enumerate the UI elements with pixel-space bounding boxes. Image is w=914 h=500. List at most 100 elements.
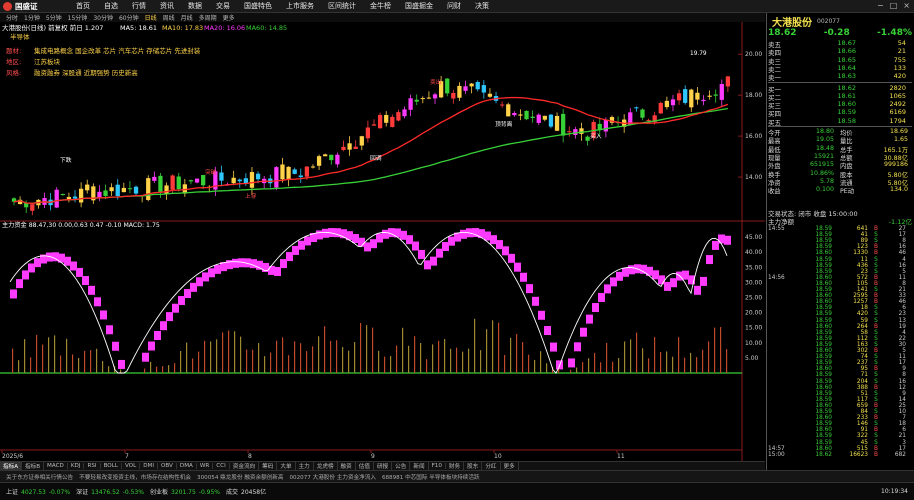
indicator-tab-12[interactable]: 资金流向	[230, 462, 260, 470]
candle-body[interactable]	[158, 175, 163, 192]
menu-item-2[interactable]: 行情	[132, 1, 146, 11]
candle-body[interactable]	[548, 114, 554, 127]
candle-body[interactable]	[475, 81, 480, 90]
menu-item-1[interactable]: 自选	[104, 1, 118, 11]
indicator-tab-16[interactable]: 龙虎榜	[314, 462, 338, 470]
candle-body[interactable]	[451, 92, 456, 99]
candle-body[interactable]	[426, 97, 432, 99]
candle-body[interactable]	[457, 85, 462, 98]
candle-body[interactable]	[512, 112, 517, 116]
period-10[interactable]: 更多	[223, 13, 235, 22]
indicator-tab-1[interactable]: 指标B	[22, 462, 45, 470]
index-quote[interactable]: 深证 13476.52 -0.53%	[76, 487, 144, 496]
candle-body[interactable]	[506, 104, 511, 117]
candle-body[interactable]	[530, 116, 535, 118]
candle-body[interactable]	[524, 110, 529, 120]
indicator-tab-14[interactable]: 大单	[277, 462, 296, 470]
news-item[interactable]: 不要轻易改变投资主线，市场存在结构性机会	[79, 473, 191, 481]
indicator-tab-22[interactable]: F10	[429, 463, 446, 469]
news-item[interactable]: 关于东方证券相关行情公告	[6, 473, 73, 481]
indicator-tab-6[interactable]: VOL	[122, 463, 141, 469]
candle-body[interactable]	[536, 114, 541, 123]
candle-body[interactable]	[310, 166, 316, 168]
candle-body[interactable]	[487, 93, 493, 97]
candle-body[interactable]	[121, 187, 126, 193]
candle-body[interactable]	[97, 191, 102, 198]
period-1[interactable]: 1分钟	[24, 13, 40, 22]
candle-body[interactable]	[54, 189, 59, 208]
period-0[interactable]: 分时	[6, 13, 18, 22]
candle-body[interactable]	[78, 188, 84, 203]
candle-body[interactable]	[194, 178, 200, 183]
candle-body[interactable]	[347, 143, 352, 150]
candle-body[interactable]	[365, 127, 371, 139]
index-quote[interactable]: 上证 4027.53 -0.07%	[6, 487, 70, 496]
indicator-tab-21[interactable]: 新闻	[410, 462, 429, 470]
candle-body[interactable]	[341, 146, 346, 151]
candle-body[interactable]	[640, 109, 645, 118]
candle-body[interactable]	[567, 131, 572, 133]
candle-body[interactable]	[500, 104, 505, 106]
period-5[interactable]: 60分钟	[119, 13, 139, 22]
menu-item-8[interactable]: 区间统计	[328, 1, 356, 11]
candle-body[interactable]	[463, 86, 468, 91]
menu-item-11[interactable]: 问财	[447, 1, 461, 11]
candle-body[interactable]	[249, 172, 255, 188]
indicator-tab-10[interactable]: WR	[197, 463, 214, 469]
candle-body[interactable]	[274, 167, 279, 188]
indicator-tab-26[interactable]: 更多	[501, 462, 519, 470]
candle-body[interactable]	[103, 190, 108, 197]
ask-row[interactable]: 卖五 18.67 54	[768, 39, 912, 49]
candle-body[interactable]	[597, 123, 602, 130]
candle-body[interactable]	[561, 113, 566, 136]
candle-body[interactable]	[469, 83, 474, 87]
candle-body[interactable]	[176, 176, 181, 190]
candle-body[interactable]	[713, 94, 718, 96]
candle-body[interactable]	[133, 186, 139, 194]
candle-body[interactable]	[664, 100, 670, 108]
menu-item-12[interactable]: 决策	[475, 1, 489, 11]
indicator-tab-4[interactable]: RSI	[84, 463, 101, 469]
candle-body[interactable]	[725, 76, 731, 87]
candle-body[interactable]	[115, 184, 120, 197]
candle-body[interactable]	[335, 154, 340, 165]
indicator-tab-7[interactable]: DMI	[140, 463, 158, 469]
candle-body[interactable]	[396, 112, 401, 121]
candle-body[interactable]	[390, 116, 395, 127]
period-6[interactable]: 日线	[145, 13, 157, 22]
ask-row[interactable]: 卖一 18.63 420	[768, 72, 912, 82]
indicator-tab-15[interactable]: 主力	[296, 462, 314, 470]
candle-body[interactable]	[231, 177, 236, 184]
candle-body[interactable]	[170, 175, 175, 190]
candle-body[interactable]	[255, 173, 261, 180]
candle-body[interactable]	[30, 204, 35, 211]
candle-body[interactable]	[237, 179, 242, 182]
indicator-tab-2[interactable]: MACD	[44, 463, 68, 469]
candle-body[interactable]	[689, 89, 694, 108]
candle-body[interactable]	[72, 196, 78, 199]
app-logo[interactable]: 国盛证	[0, 0, 62, 13]
menu-item-9[interactable]: 金牛榜	[370, 1, 391, 11]
bid-row[interactable]: 买三 18.60 2492	[768, 100, 912, 110]
bid-row[interactable]: 买一 18.62 2820	[768, 84, 912, 94]
candle-body[interactable]	[408, 98, 413, 110]
candle-body[interactable]	[676, 93, 682, 101]
candle-body[interactable]	[371, 124, 377, 126]
candle-body[interactable]	[323, 154, 328, 157]
close-icon[interactable]: ×	[903, 1, 910, 10]
indicator-tab-18[interactable]: 估值	[356, 462, 374, 470]
indicator-tab-17[interactable]: 融资	[338, 462, 356, 470]
candle-body[interactable]	[414, 99, 419, 102]
candle-body[interactable]	[292, 169, 297, 174]
period-4[interactable]: 30分钟	[93, 13, 113, 22]
candle-body[interactable]	[201, 175, 206, 186]
indicator-tab-11[interactable]: CCI	[213, 463, 230, 469]
candle-body[interactable]	[127, 188, 133, 190]
candle-body[interactable]	[316, 156, 322, 166]
candle-body[interactable]	[670, 99, 676, 106]
menu-item-6[interactable]: 国盛特色	[244, 1, 272, 11]
menu-item-0[interactable]: 首页	[76, 1, 90, 11]
indicator-tab-19[interactable]: 研报	[374, 462, 393, 470]
candle-body[interactable]	[280, 164, 285, 180]
indicator-tab-3[interactable]: KDJ	[68, 463, 85, 469]
